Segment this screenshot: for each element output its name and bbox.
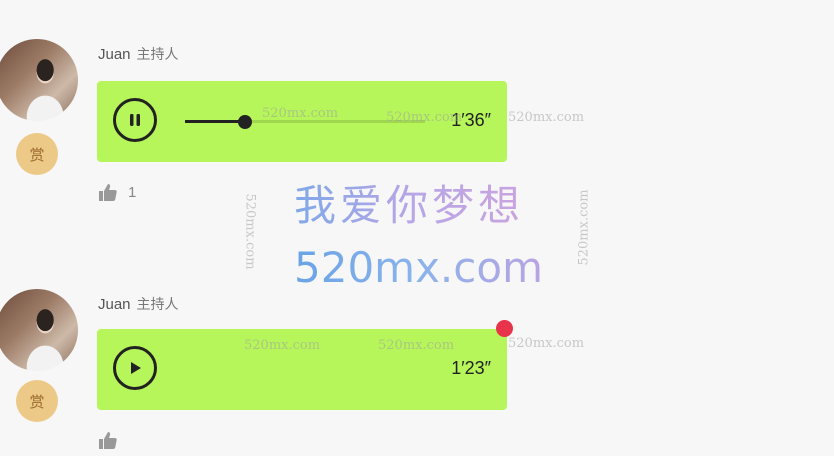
watermark-site-large: 520mx.com bbox=[294, 243, 543, 292]
sender-line: Juan 主持人 bbox=[98, 294, 179, 314]
watermark-site-vertical: 520mx.com bbox=[242, 193, 258, 270]
watermark-site: 520mx.com bbox=[386, 110, 463, 125]
tip-label: 赏 bbox=[29, 145, 45, 164]
watermark-slogan: 我爱你梦想 bbox=[294, 172, 524, 233]
duration: 1′23″ bbox=[451, 358, 491, 378]
watermark-site: 520mx.com bbox=[244, 338, 321, 353]
watermark-site: 520mx.com bbox=[508, 336, 585, 351]
progress-handle[interactable] bbox=[238, 115, 252, 129]
like-row bbox=[98, 431, 118, 450]
like-count: 1 bbox=[128, 184, 137, 201]
progress-played bbox=[185, 120, 245, 123]
thumbs-up-icon[interactable] bbox=[98, 183, 118, 202]
thumbs-up-icon[interactable] bbox=[98, 431, 118, 450]
play-icon bbox=[131, 362, 141, 374]
watermark-site: 520mx.com bbox=[378, 338, 455, 353]
sender-line: Juan 主持人 bbox=[98, 44, 179, 64]
pause-button[interactable] bbox=[113, 98, 157, 142]
tip-button[interactable]: 赏 bbox=[16, 380, 58, 422]
sender-role: 主持人 bbox=[136, 297, 179, 313]
sender-role: 主持人 bbox=[136, 47, 179, 63]
watermark-site: 520mx.com bbox=[262, 106, 339, 121]
tip-button[interactable]: 赏 bbox=[16, 133, 58, 175]
watermark-site-vertical: 520mx.com bbox=[576, 189, 592, 266]
avatar[interactable] bbox=[0, 289, 78, 371]
play-button[interactable] bbox=[113, 346, 157, 390]
pause-icon bbox=[130, 114, 140, 126]
sender-name: Juan bbox=[98, 296, 131, 313]
sender-name: Juan bbox=[98, 46, 131, 63]
tip-label: 赏 bbox=[29, 392, 45, 411]
unread-dot bbox=[496, 320, 513, 337]
like-row: 1 bbox=[98, 183, 136, 202]
watermark-site: 520mx.com bbox=[508, 110, 585, 125]
avatar[interactable] bbox=[0, 39, 78, 121]
